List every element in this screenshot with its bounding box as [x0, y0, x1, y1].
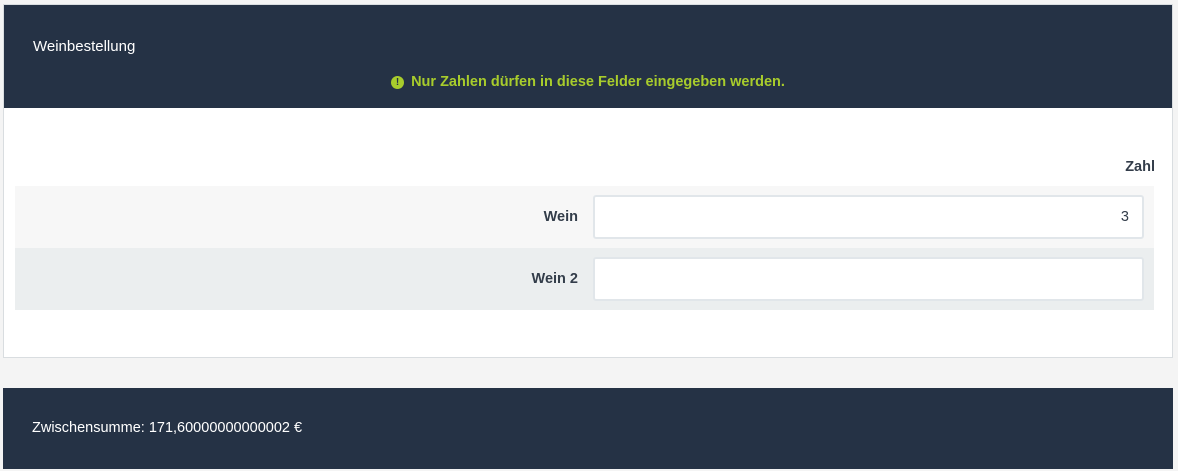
exclamation-circle-icon: ! [391, 76, 405, 89]
column-header-zahl: Zahl [1125, 159, 1155, 175]
validation-warning: ! Nur Zahlen dürfen in diese Felder eing… [4, 74, 1172, 90]
table-row: Wein 2 [15, 248, 1154, 310]
row-label-wein-2: Wein 2 [531, 271, 578, 287]
subtotal-footer: Zwischensumme: 171,60000000000002 € [3, 388, 1173, 469]
quantity-input-wein-2[interactable] [593, 257, 1144, 301]
panel-title: Weinbestellung [33, 38, 136, 55]
quantity-input-wein[interactable] [593, 195, 1144, 239]
subtotal-text: Zwischensumme: 171,60000000000002 € [32, 420, 303, 436]
warning-text: Nur Zahlen dürfen in diese Felder eingeg… [411, 74, 785, 90]
panel-header: Weinbestellung ! Nur Zahlen dürfen in di… [4, 5, 1172, 108]
row-label-wein: Wein [543, 209, 578, 225]
table-row: Wein [15, 186, 1154, 248]
